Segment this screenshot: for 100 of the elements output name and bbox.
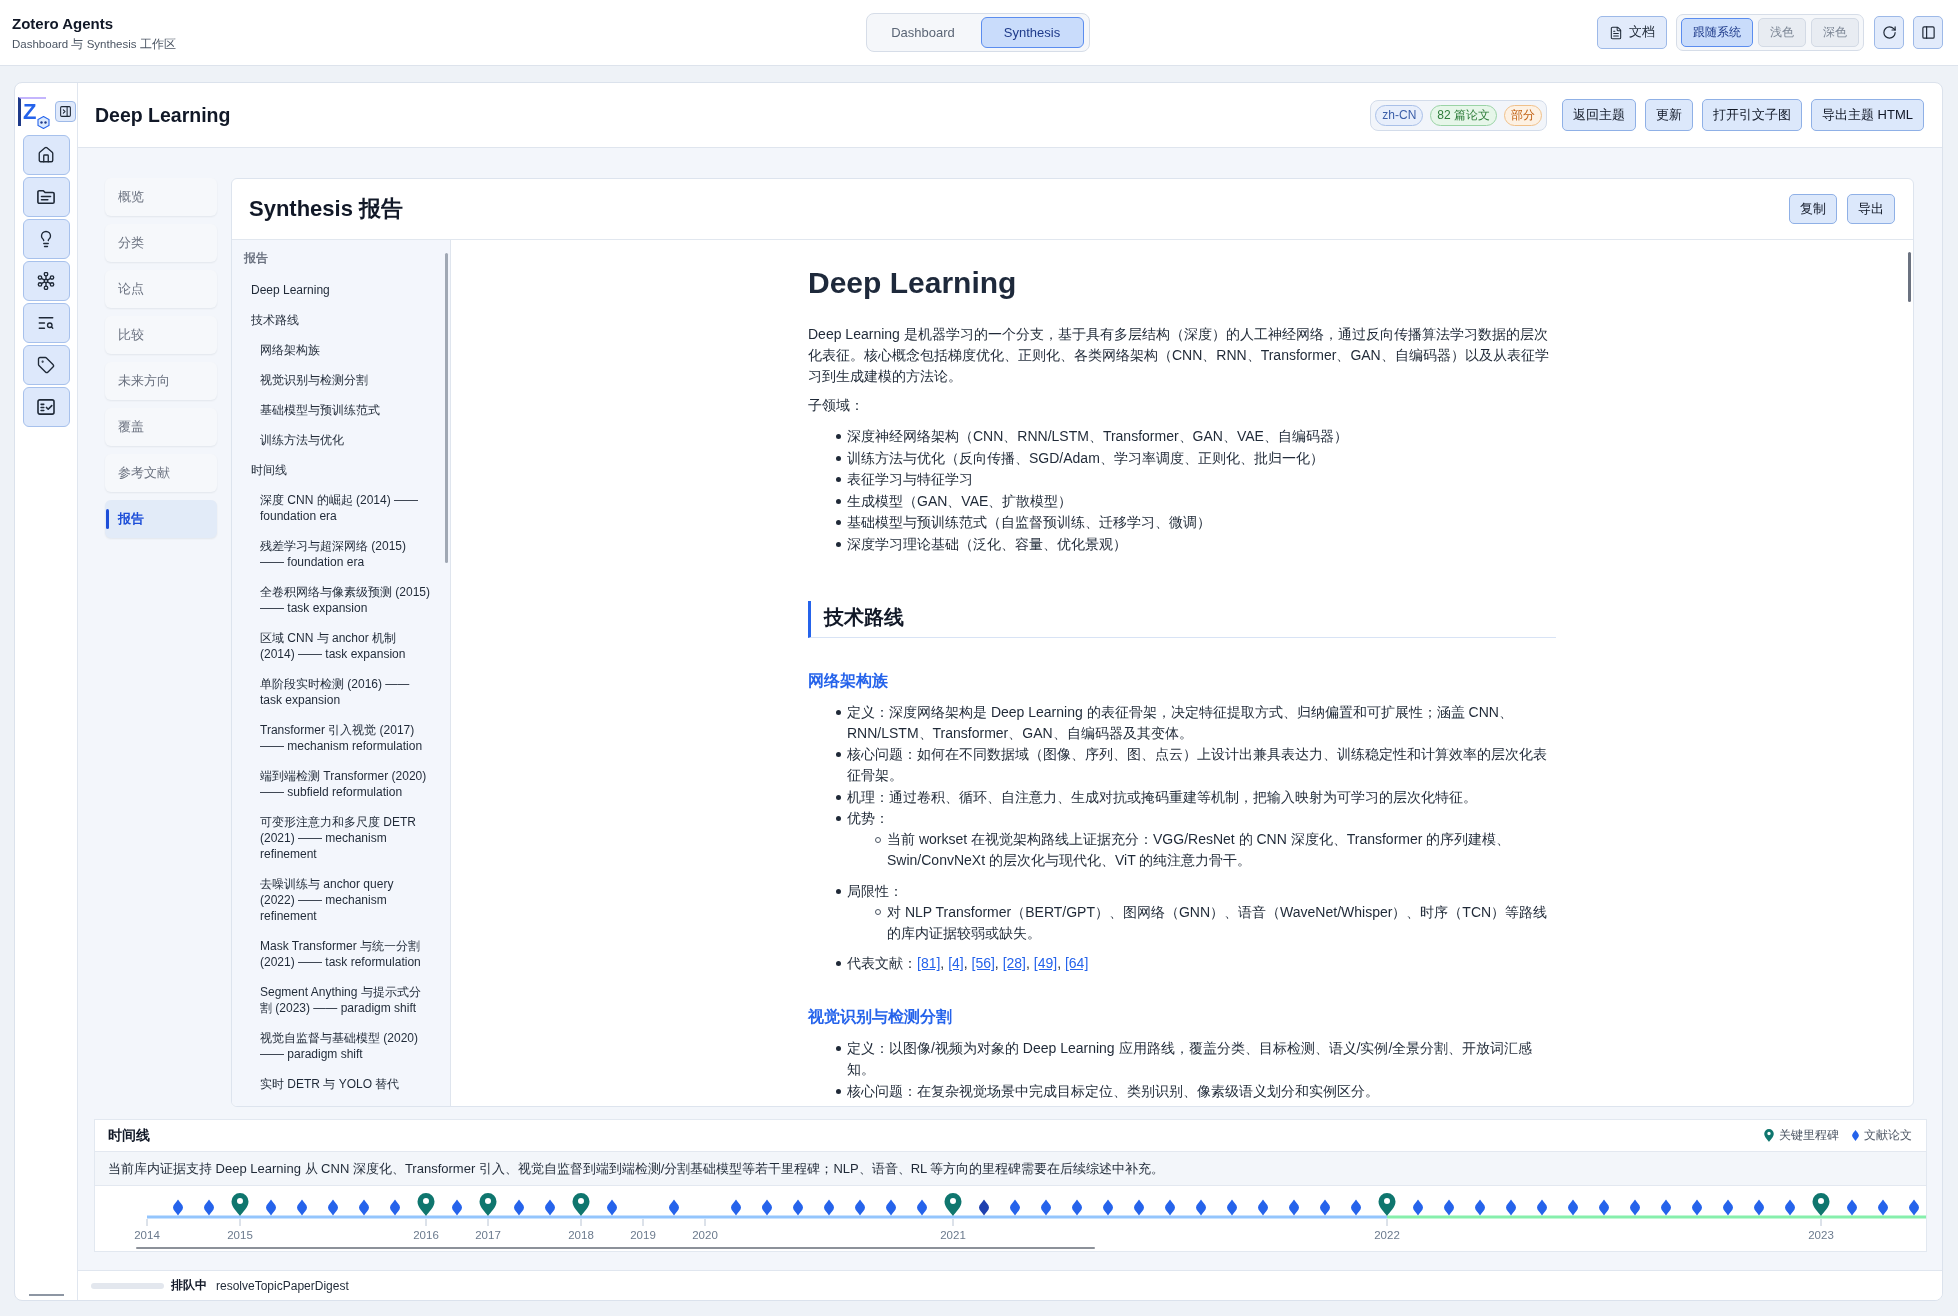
diamond-marker[interactable] bbox=[359, 1199, 369, 1216]
toc-link[interactable]: Mask Transformer 与统一分割 (2021) —— task reformulation bbox=[244, 931, 431, 977]
theme-option[interactable]: 跟随系统 bbox=[1681, 18, 1753, 47]
diamond-marker[interactable] bbox=[731, 1199, 741, 1216]
diamond-marker[interactable] bbox=[390, 1199, 400, 1216]
section-nav-item[interactable]: 参考文献 bbox=[105, 454, 217, 492]
map-pin-marker[interactable] bbox=[572, 1193, 590, 1216]
toc-link[interactable]: 视觉识别与检测分割 bbox=[244, 365, 431, 395]
reference-link[interactable]: [28] bbox=[1002, 955, 1026, 972]
diamond-marker[interactable] bbox=[1909, 1199, 1919, 1216]
diamond-marker[interactable] bbox=[1258, 1199, 1268, 1216]
scrollbar-thumb[interactable] bbox=[445, 253, 448, 563]
toc-link[interactable]: 深度 CNN 的崛起 (2014) —— foundation era bbox=[244, 485, 431, 531]
diamond-marker[interactable] bbox=[1196, 1199, 1206, 1216]
toc-link[interactable]: Transformer 引入视觉 (2017) —— mechanism reformulation bbox=[244, 715, 431, 761]
diamond-marker[interactable] bbox=[1878, 1199, 1888, 1216]
diamond-marker[interactable] bbox=[328, 1199, 338, 1216]
section-nav-item[interactable]: 论点 bbox=[105, 270, 217, 308]
section-nav-item[interactable]: 未来方向 bbox=[105, 362, 217, 400]
diamond-marker[interactable] bbox=[979, 1199, 989, 1216]
reference-link[interactable]: [64] bbox=[1064, 955, 1089, 972]
diamond-marker[interactable] bbox=[886, 1199, 896, 1216]
diamond-marker[interactable] bbox=[1506, 1199, 1516, 1216]
tag-button[interactable] bbox=[22, 345, 70, 385]
diamond-marker[interactable] bbox=[1010, 1199, 1020, 1216]
section-nav-item[interactable]: 概览 bbox=[105, 178, 217, 216]
folder-button[interactable] bbox=[22, 177, 70, 217]
reference-link[interactable]: [49] bbox=[1033, 955, 1058, 972]
toc-link[interactable]: 视觉自监督与基础模型 (2020) —— paradigm shift bbox=[244, 1023, 431, 1069]
diamond-marker[interactable] bbox=[173, 1199, 183, 1216]
toc-link[interactable]: 残差学习与超深网络 (2015) —— foundation era bbox=[244, 531, 431, 577]
toc-link[interactable]: Deep Learning bbox=[244, 275, 431, 305]
reference-link[interactable]: [56] bbox=[971, 955, 995, 972]
home-button[interactable] bbox=[22, 135, 70, 175]
diamond-marker[interactable] bbox=[1072, 1199, 1082, 1216]
section-nav-item[interactable]: 覆盖 bbox=[105, 408, 217, 446]
network-button[interactable] bbox=[22, 261, 70, 301]
diamond-marker[interactable] bbox=[1785, 1199, 1795, 1216]
diamond-marker[interactable] bbox=[514, 1199, 524, 1216]
diamond-marker[interactable] bbox=[1475, 1199, 1485, 1216]
toc-link[interactable]: 训练方法与优化 bbox=[244, 425, 431, 455]
header-action-button[interactable]: 导出主题 HTML bbox=[1811, 99, 1924, 131]
refresh-button[interactable] bbox=[1874, 16, 1904, 49]
docs-button[interactable]: 文档 bbox=[1597, 16, 1667, 49]
diamond-marker[interactable] bbox=[793, 1199, 803, 1216]
report-action-button[interactable]: 复制 bbox=[1789, 194, 1837, 224]
diamond-marker[interactable] bbox=[1103, 1199, 1113, 1216]
diamond-marker[interactable] bbox=[669, 1199, 679, 1216]
toc-link[interactable]: 时间线 bbox=[244, 455, 431, 485]
diamond-marker[interactable] bbox=[1289, 1199, 1299, 1216]
diamond-marker[interactable] bbox=[1351, 1199, 1361, 1216]
diamond-marker[interactable] bbox=[1041, 1199, 1051, 1216]
diamond-marker[interactable] bbox=[1568, 1199, 1578, 1216]
diamond-marker[interactable] bbox=[1630, 1199, 1640, 1216]
toc-link[interactable]: 区域 CNN 与 anchor 机制 (2014) —— task expansion bbox=[244, 623, 431, 669]
toc-link[interactable]: 网络架构族 bbox=[244, 335, 431, 365]
scrollbar-thumb[interactable] bbox=[136, 1247, 1095, 1249]
toc-link[interactable]: 可变形注意力和多尺度 DETR (2021) —— mechanism refinement bbox=[244, 807, 431, 869]
diamond-marker[interactable] bbox=[1661, 1199, 1671, 1216]
search-button[interactable] bbox=[22, 303, 70, 343]
view-tab[interactable]: Dashboard bbox=[871, 17, 975, 48]
header-action-button[interactable]: 打开引文子图 bbox=[1702, 99, 1802, 131]
checklist-button[interactable] bbox=[22, 387, 70, 427]
map-pin-marker[interactable] bbox=[944, 1193, 962, 1216]
section-nav-item[interactable]: 报告 bbox=[105, 500, 217, 538]
diamond-marker[interactable] bbox=[1320, 1199, 1330, 1216]
diamond-marker[interactable] bbox=[917, 1199, 927, 1216]
toggle-panel-button[interactable] bbox=[1913, 16, 1943, 49]
diamond-marker[interactable] bbox=[1134, 1199, 1144, 1216]
map-pin-marker[interactable] bbox=[479, 1193, 497, 1216]
collapse-sidebar-button[interactable] bbox=[55, 101, 76, 122]
diamond-marker[interactable] bbox=[452, 1199, 462, 1216]
diamond-marker[interactable] bbox=[824, 1199, 834, 1216]
diamond-marker[interactable] bbox=[762, 1199, 772, 1216]
toc-link[interactable]: 实时 DETR 与 YOLO 替代 bbox=[244, 1069, 431, 1099]
header-action-button[interactable]: 更新 bbox=[1645, 99, 1693, 131]
report-action-button[interactable]: 导出 bbox=[1847, 194, 1895, 224]
diamond-marker[interactable] bbox=[607, 1199, 617, 1216]
toc-link[interactable]: 单阶段实时检测 (2016) —— task expansion bbox=[244, 669, 431, 715]
diamond-marker[interactable] bbox=[1227, 1199, 1237, 1216]
diamond-marker[interactable] bbox=[1165, 1199, 1175, 1216]
map-pin-marker[interactable] bbox=[417, 1193, 435, 1216]
diamond-marker[interactable] bbox=[1537, 1199, 1547, 1216]
diamond-marker[interactable] bbox=[1754, 1199, 1764, 1216]
scrollbar-thumb[interactable] bbox=[1908, 252, 1911, 302]
section-nav-item[interactable]: 比较 bbox=[105, 316, 217, 354]
diamond-marker[interactable] bbox=[1413, 1199, 1423, 1216]
diamond-marker[interactable] bbox=[204, 1199, 214, 1216]
toc-link[interactable]: 技术路线 bbox=[244, 305, 431, 335]
toc-link[interactable]: 全卷积网络与像素级预测 (2015) —— task expansion bbox=[244, 577, 431, 623]
map-pin-marker[interactable] bbox=[1378, 1193, 1396, 1216]
header-action-button[interactable]: 返回主题 bbox=[1562, 99, 1636, 131]
diamond-marker[interactable] bbox=[545, 1199, 555, 1216]
diamond-marker[interactable] bbox=[1847, 1199, 1857, 1216]
diamond-marker[interactable] bbox=[1723, 1199, 1733, 1216]
map-pin-marker[interactable] bbox=[231, 1193, 249, 1216]
toc-link[interactable]: 基础模型与预训练范式 bbox=[244, 395, 431, 425]
diamond-marker[interactable] bbox=[266, 1199, 276, 1216]
diamond-marker[interactable] bbox=[1444, 1199, 1454, 1216]
diamond-marker[interactable] bbox=[855, 1199, 865, 1216]
